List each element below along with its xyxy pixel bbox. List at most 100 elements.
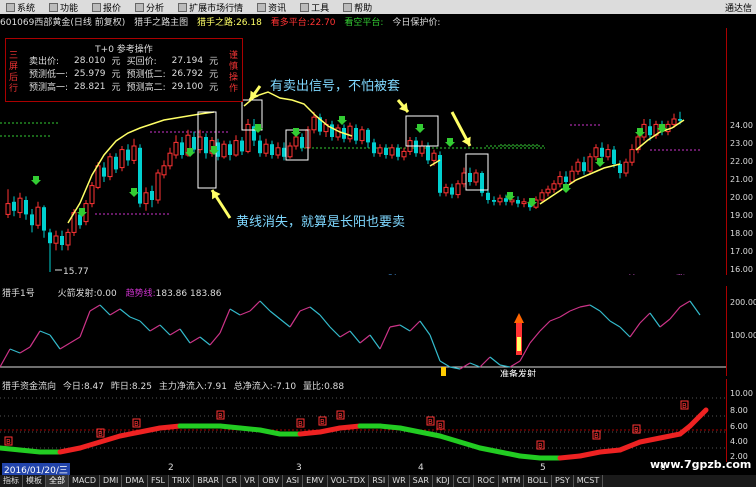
tab-kdj[interactable]: KDJ: [433, 475, 454, 487]
buy-marker: B: [536, 440, 545, 450]
axis-tick-label: 18.00: [730, 229, 753, 238]
trend-line-segment: [59, 342, 71, 350]
trend-line-segment: [209, 332, 221, 346]
candle-body: [95, 165, 101, 188]
buy-marker-label: B: [298, 420, 303, 428]
tab-vr[interactable]: VR: [241, 475, 260, 487]
trend-line-segment: [599, 310, 611, 322]
trend-line-segment: [389, 324, 401, 328]
tab-boll[interactable]: BOLL: [524, 475, 552, 487]
menu-item-label: 系统: [17, 3, 36, 14]
candle-body: [569, 170, 575, 183]
candle-body: [173, 141, 179, 156]
tab-dma[interactable]: DMA: [122, 475, 148, 487]
trend-line-segment: [39, 330, 51, 336]
tab-fsl[interactable]: FSL: [148, 475, 169, 487]
quote-icon: [92, 2, 102, 12]
rocket-tip: [514, 313, 524, 323]
money-flow-segment: [337, 423, 363, 431]
date-bar: 2016/01/20/三 23456: [0, 463, 756, 476]
candle-body: [443, 186, 449, 194]
ready-launch-label: 准备发射: [500, 368, 536, 377]
money-flow-segment: [377, 423, 403, 431]
trend-line-segment: [259, 300, 271, 312]
t0-left-side-label: 三屏后行: [9, 51, 19, 94]
indicator1-chart[interactable]: 准备发射: [0, 297, 726, 377]
money-flow-segment: [57, 445, 83, 455]
tab-vol-tdx[interactable]: VOL-TDX: [328, 475, 370, 487]
money-flow-segment: [117, 429, 143, 439]
candle-body: [455, 183, 461, 196]
candle-body: [504, 198, 508, 202]
tab-mtm[interactable]: MTM: [499, 475, 525, 487]
candle-body: [287, 145, 293, 158]
tab-全部[interactable]: 全部: [46, 475, 69, 487]
menu-item-3[interactable]: 分析: [135, 0, 164, 14]
trend-line-segment: [419, 320, 431, 336]
indicator2-axis: 10.00 8.00 6.00 4.00 2.00: [726, 379, 756, 462]
t0-cell-u2: 元: [209, 57, 219, 67]
candle-body: [545, 188, 551, 194]
t0-cell-u1: 元: [111, 70, 121, 80]
tab-rsi[interactable]: RSI: [369, 475, 390, 487]
candle-body: [167, 152, 173, 167]
candle-body: [138, 147, 142, 204]
buy-marker-label: B: [218, 412, 223, 420]
tab-asi[interactable]: ASI: [283, 475, 304, 487]
axis-tick-label: 19.00: [730, 211, 753, 220]
menu-item-5[interactable]: 资讯: [257, 0, 286, 14]
menu-item-6[interactable]: 工具: [300, 0, 329, 14]
buy-marker-label: B: [134, 420, 139, 428]
candle-body: [492, 200, 496, 202]
tab-sar[interactable]: SAR: [410, 475, 433, 487]
tab-brar[interactable]: BRAR: [194, 475, 224, 487]
trend-line-segment: [219, 308, 231, 334]
tab-cr[interactable]: CR: [223, 475, 242, 487]
trend-line-segment: [589, 304, 601, 312]
finance-mark: 财: [388, 273, 397, 275]
tab-指标[interactable]: 指标: [0, 475, 23, 487]
tab-emv[interactable]: EMV: [303, 475, 328, 487]
tab-roc[interactable]: ROC: [474, 475, 499, 487]
menu-item-7[interactable]: 帮助: [343, 0, 372, 14]
tab-obv[interactable]: OBV: [259, 475, 284, 487]
candle-body: [233, 140, 239, 156]
tab-cci[interactable]: CCI: [454, 475, 475, 487]
menu-item-1[interactable]: 功能: [49, 0, 78, 14]
tab-trix[interactable]: TRIX: [169, 475, 195, 487]
trend-line-segment: [169, 328, 181, 336]
tab-mcst[interactable]: MCST: [574, 475, 604, 487]
menu-item-0[interactable]: 系统: [6, 0, 35, 14]
tab-wr[interactable]: WR: [389, 475, 410, 487]
menu-item-2[interactable]: 报价: [92, 0, 121, 14]
candle-body: [678, 119, 682, 121]
money-flow-segment: [157, 423, 183, 431]
axis-tick-label: 10.00: [730, 389, 753, 398]
money-flow-segment: [617, 439, 643, 453]
buy-marker: B: [436, 420, 445, 430]
money-flow-segment: [577, 449, 603, 459]
tab-dmi[interactable]: DMI: [100, 475, 123, 487]
bull-value: 22.70: [309, 18, 336, 28]
buy-marker-label: B: [320, 418, 325, 426]
money-flow-segment: [597, 447, 623, 455]
money-flow-segment: [417, 429, 443, 439]
candle-body: [486, 192, 490, 200]
candle-body: [551, 183, 557, 190]
menu-item-label: 帮助: [354, 3, 373, 14]
green-signal-arrow: [415, 124, 425, 133]
tab-模板[interactable]: 模板: [23, 475, 46, 487]
t0-cell-u2: 元: [209, 70, 219, 80]
trend-line-segment: [479, 356, 491, 368]
tab-macd[interactable]: MACD: [69, 475, 100, 487]
indicator2-chart[interactable]: BBBBB BBB BBBBB: [0, 390, 726, 462]
green-signal-arrow: [31, 176, 41, 185]
t0-row: 卖出价: 28.010 元买回价: 27.194 元: [26, 54, 221, 68]
tab-psy[interactable]: PSY: [552, 475, 574, 487]
menu-bar: 系统 功能 报价 分析 扩展市场行情 资讯 工具 帮助 通达信: [0, 0, 756, 14]
trend-line-segment: [119, 308, 131, 318]
trend-line-segment: [469, 362, 481, 368]
menu-item-4[interactable]: 扩展市场行情: [178, 0, 243, 14]
candle-body: [102, 167, 106, 177]
candle-body: [468, 173, 472, 182]
